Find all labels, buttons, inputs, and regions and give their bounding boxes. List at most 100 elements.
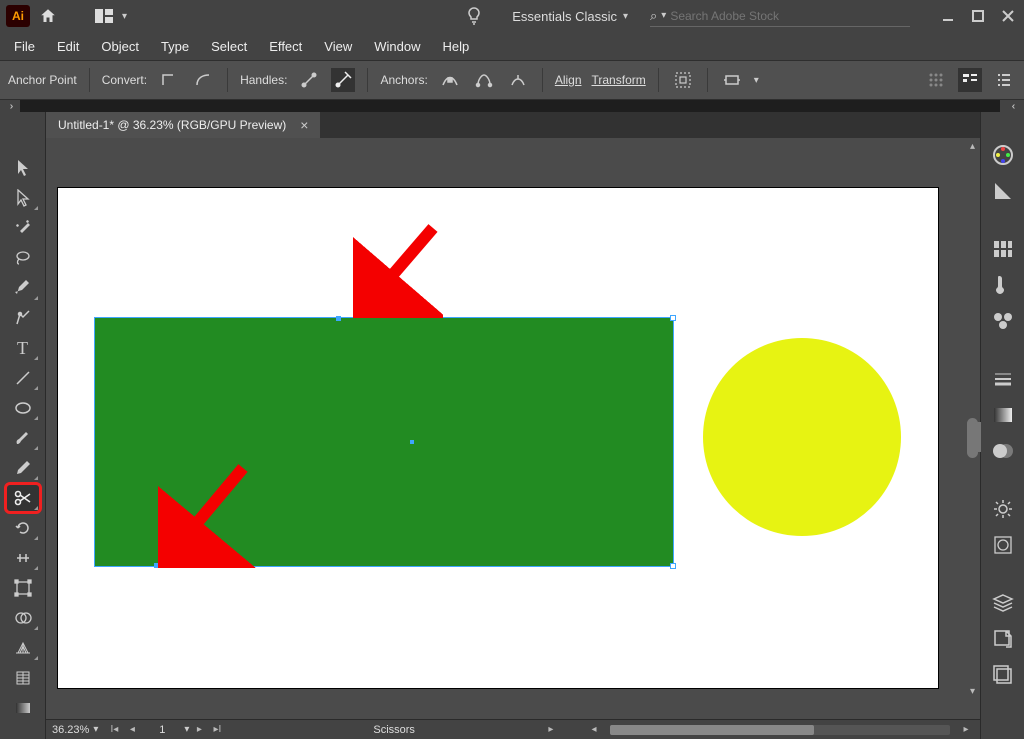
chevron-down-icon[interactable]: ▾	[661, 10, 666, 21]
chevron-down-icon: ▾	[623, 11, 628, 22]
menu-type[interactable]: Type	[161, 39, 189, 54]
arrange-docs-icon[interactable]	[94, 6, 114, 26]
hscroll-left-icon[interactable]: ◂	[586, 723, 602, 737]
mesh-tool[interactable]	[6, 664, 40, 692]
list-icon[interactable]	[992, 68, 1016, 92]
close-tab-icon[interactable]: ×	[300, 117, 308, 133]
lightbulb-icon[interactable]	[464, 6, 484, 26]
scroll-down-icon[interactable]: ▾	[965, 683, 980, 699]
handles-hide-icon[interactable]	[331, 68, 355, 92]
menu-object[interactable]: Object	[101, 39, 139, 54]
menu-view[interactable]: View	[324, 39, 352, 54]
appearance-panel-icon[interactable]	[988, 496, 1018, 522]
pen-tool[interactable]	[6, 274, 40, 302]
direct-selection-tool[interactable]	[6, 184, 40, 212]
transform-link[interactable]: Transform	[592, 73, 646, 87]
anchor-point[interactable]	[336, 316, 341, 321]
artboard[interactable]	[58, 188, 938, 688]
ellipse-tool[interactable]	[6, 394, 40, 422]
grid-dots-icon[interactable]	[924, 68, 948, 92]
document-tabs: Untitled-1* @ 36.23% (RGB/GPU Preview) ×	[46, 112, 980, 138]
magic-wand-tool[interactable]	[6, 214, 40, 242]
transparency-panel-icon[interactable]	[988, 438, 1018, 464]
perspective-grid-tool[interactable]	[6, 634, 40, 662]
shape-builder-tool[interactable]	[6, 604, 40, 632]
symbols-panel-icon[interactable]	[988, 308, 1018, 334]
home-icon[interactable]	[38, 6, 58, 26]
horizontal-scrollbar[interactable]	[610, 725, 950, 735]
app-badge[interactable]: Ai	[6, 5, 30, 27]
swatches-panel-icon[interactable]	[988, 236, 1018, 262]
tools-panel: T	[0, 112, 46, 739]
next-artboard-icon[interactable]: ▸	[191, 723, 207, 737]
last-artboard-icon[interactable]: ▸I	[209, 723, 225, 737]
play-icon[interactable]: ▸	[543, 723, 559, 737]
curvature-tool[interactable]	[6, 304, 40, 332]
asset-export-panel-icon[interactable]	[988, 626, 1018, 652]
layers-panel-icon[interactable]	[988, 590, 1018, 616]
properties-panel-icon[interactable]	[958, 68, 982, 92]
prev-artboard-icon[interactable]: ◂	[124, 723, 140, 737]
width-tool[interactable]	[6, 544, 40, 572]
isolate-icon[interactable]	[671, 68, 695, 92]
chevron-down-icon[interactable]: ▾	[122, 11, 127, 22]
chevron-down-icon[interactable]: ▾	[754, 75, 759, 86]
selection-tool[interactable]	[6, 154, 40, 182]
artboard-nav: I◂ ◂ 1 ▾ ▸ ▸I	[106, 723, 225, 737]
search-box[interactable]: ⌕ ▾	[650, 5, 910, 27]
canvas[interactable]: ▴ ▾	[46, 138, 980, 719]
graphic-styles-panel-icon[interactable]	[988, 532, 1018, 558]
expand-right-notch[interactable]: ‹‹	[1000, 100, 1024, 112]
selection-handle[interactable]	[670, 563, 676, 569]
artboard-number[interactable]: 1	[142, 724, 182, 736]
align-to-icon[interactable]	[720, 68, 744, 92]
color-guide-panel-icon[interactable]	[988, 178, 1018, 204]
handles-label: Handles:	[240, 73, 287, 87]
menu-window[interactable]: Window	[374, 39, 420, 54]
paintbrush-tool[interactable]	[6, 424, 40, 452]
panel-resize-handle[interactable]	[975, 422, 981, 452]
convert-corner-icon[interactable]	[157, 68, 181, 92]
zoom-level[interactable]: 36.23% ▾	[52, 724, 98, 736]
remove-anchor-icon[interactable]	[438, 68, 462, 92]
first-artboard-icon[interactable]: I◂	[106, 723, 122, 737]
minimize-icon[interactable]	[938, 6, 958, 26]
pencil-tool[interactable]	[6, 454, 40, 482]
gradient-tool[interactable]	[6, 694, 40, 722]
artboards-panel-icon[interactable]	[988, 662, 1018, 688]
chevron-down-icon[interactable]: ▾	[184, 724, 189, 735]
handles-show-icon[interactable]	[297, 68, 321, 92]
workspace-switcher[interactable]: Essentials Classic ▾	[512, 9, 628, 24]
menu-help[interactable]: Help	[442, 39, 469, 54]
connect-anchor-icon[interactable]	[472, 68, 496, 92]
search-input[interactable]	[670, 9, 910, 23]
type-tool[interactable]: T	[6, 334, 40, 362]
stroke-panel-icon[interactable]	[988, 366, 1018, 392]
scissors-tool[interactable]	[6, 484, 40, 512]
hscroll-right-icon[interactable]: ▸	[958, 723, 974, 737]
menu-edit[interactable]: Edit	[57, 39, 79, 54]
color-panel-icon[interactable]	[988, 142, 1018, 168]
yellow-circle-shape[interactable]	[703, 338, 901, 536]
align-link[interactable]: Align	[555, 73, 582, 87]
line-tool[interactable]	[6, 364, 40, 392]
menu-select[interactable]: Select	[211, 39, 247, 54]
brushes-panel-icon[interactable]	[988, 272, 1018, 298]
maximize-icon[interactable]	[968, 6, 988, 26]
free-transform-tool[interactable]	[6, 574, 40, 602]
vertical-scrollbar[interactable]: ▴ ▾	[965, 138, 980, 699]
chevron-down-icon[interactable]: ▾	[93, 724, 98, 735]
close-icon[interactable]	[998, 6, 1018, 26]
expand-left-notch[interactable]: ››	[0, 100, 20, 112]
selection-handle[interactable]	[670, 315, 676, 321]
gradient-panel-icon[interactable]	[988, 402, 1018, 428]
menu-effect[interactable]: Effect	[269, 39, 302, 54]
scroll-thumb[interactable]	[610, 725, 814, 735]
cut-path-icon[interactable]	[506, 68, 530, 92]
lasso-tool[interactable]	[6, 244, 40, 272]
rotate-tool[interactable]	[6, 514, 40, 542]
document-tab[interactable]: Untitled-1* @ 36.23% (RGB/GPU Preview) ×	[46, 112, 320, 138]
convert-smooth-icon[interactable]	[191, 68, 215, 92]
menu-file[interactable]: File	[14, 39, 35, 54]
scroll-up-icon[interactable]: ▴	[965, 138, 980, 154]
